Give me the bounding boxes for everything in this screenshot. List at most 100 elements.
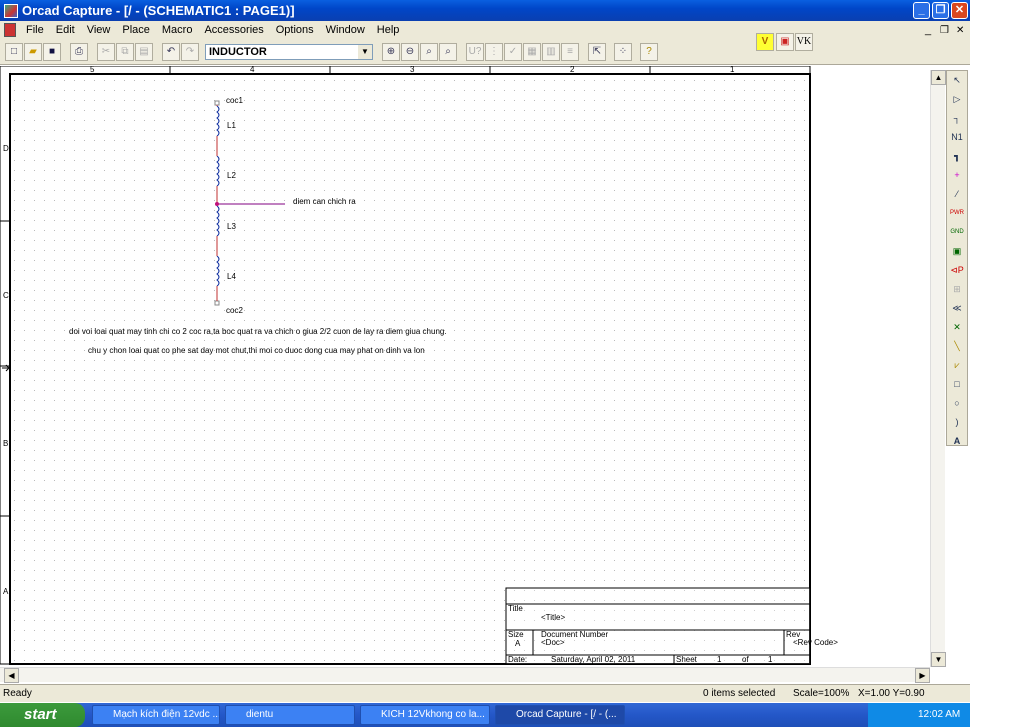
- project-manager-icon[interactable]: ⁘: [614, 43, 632, 61]
- start-button[interactable]: start: [0, 703, 85, 727]
- horizontal-scrollbar[interactable]: ◀ ▶: [0, 667, 930, 683]
- snap-to-grid-icon[interactable]: ⇱: [588, 43, 606, 61]
- chevron-down-icon[interactable]: ▼: [358, 45, 372, 59]
- inductor-label: L1: [227, 121, 236, 130]
- place-ground-icon[interactable]: GND: [948, 224, 966, 241]
- bom-icon[interactable]: ≡: [561, 43, 579, 61]
- window-title: Orcad Capture - [/ - (SCHEMATIC1 : PAGE1…: [22, 3, 295, 18]
- size-label: Size: [508, 630, 524, 639]
- place-text-icon[interactable]: A: [948, 433, 966, 450]
- menu-options[interactable]: Options: [270, 24, 320, 36]
- open-icon[interactable]: ▰: [24, 43, 42, 61]
- date-value: Saturday, April 02, 2011: [551, 655, 636, 664]
- place-bus-icon[interactable]: ┓: [948, 148, 966, 165]
- menu-macro[interactable]: Macro: [156, 24, 199, 36]
- title-block: [505, 587, 811, 665]
- place-net-alias-icon[interactable]: N1: [948, 129, 966, 146]
- title-value[interactable]: <Title>: [541, 613, 565, 622]
- docnum-value[interactable]: <Doc>: [541, 638, 565, 647]
- toolbar: □ ▰ ■ ⎙ ✂ ⧉ ▤ ↶ ↷ INDUCTOR ▼ ⊕ ⊖ ⌕ ⌕ U? …: [0, 33, 970, 65]
- task-label: KICH 12Vkhong co la...: [381, 709, 485, 720]
- menu-place[interactable]: Place: [116, 24, 156, 36]
- scroll-up-icon[interactable]: ▲: [931, 70, 946, 85]
- zoom-out-icon[interactable]: ⊖: [401, 43, 419, 61]
- redo-icon[interactable]: ↷: [181, 43, 199, 61]
- cross-ref-icon[interactable]: ▥: [542, 43, 560, 61]
- place-offpage-icon[interactable]: ≪: [948, 300, 966, 317]
- zoom-in-icon[interactable]: ⊕: [382, 43, 400, 61]
- new-icon[interactable]: □: [5, 43, 23, 61]
- close-button[interactable]: ✕: [951, 2, 968, 19]
- junction-dot: [215, 202, 219, 206]
- place-port-icon[interactable]: ⊲P: [948, 262, 966, 279]
- vertical-scrollbar[interactable]: ▲ ▼: [930, 70, 946, 667]
- mdi-close-button[interactable]: ✕: [956, 25, 964, 36]
- vk-button[interactable]: VK: [795, 33, 813, 51]
- document-icon[interactable]: [4, 23, 16, 37]
- drc-icon[interactable]: ✓: [504, 43, 522, 61]
- mdi-restore-button[interactable]: ❐: [940, 25, 949, 36]
- note-text[interactable]: doi voi loai quat may tinh chi co 2 coc …: [69, 327, 447, 336]
- select-tool-icon[interactable]: ↖: [948, 72, 966, 89]
- mdi-minimize-button[interactable]: _: [925, 24, 931, 36]
- inductor-label: L2: [227, 171, 236, 180]
- cut-icon[interactable]: ✂: [97, 43, 115, 61]
- place-arc-icon[interactable]: ): [948, 414, 966, 431]
- paste-icon[interactable]: ▤: [135, 43, 153, 61]
- schematic-canvas[interactable]: 5 4 3 2 1 D C B A coc1 coc2 L1 L2 L3 L4 …: [0, 66, 930, 666]
- ruler-top-label: 1: [730, 66, 735, 74]
- annotate-icon[interactable]: U?: [466, 43, 484, 61]
- place-bus-entry-icon[interactable]: ⁄: [948, 186, 966, 203]
- scroll-right-icon[interactable]: ▶: [915, 668, 930, 683]
- zoom-all-icon[interactable]: ⌕: [439, 43, 457, 61]
- system-tray: 12:02 AM: [868, 703, 970, 727]
- v-button[interactable]: V: [756, 33, 774, 51]
- save-icon[interactable]: ■: [43, 43, 61, 61]
- app-icon[interactable]: [4, 3, 18, 18]
- place-rectangle-icon[interactable]: □: [948, 376, 966, 393]
- port-label: coc1: [226, 96, 243, 105]
- no-connect-icon[interactable]: ✕: [948, 319, 966, 336]
- place-polyline-icon[interactable]: ⩗: [948, 357, 966, 374]
- place-part-icon[interactable]: ▷: [948, 91, 966, 108]
- place-power-icon[interactable]: PWR: [948, 205, 966, 222]
- place-pin-icon[interactable]: ⊞: [948, 281, 966, 298]
- menu-accessories[interactable]: Accessories: [198, 24, 269, 36]
- menu-window[interactable]: Window: [320, 24, 371, 36]
- zoom-area-icon[interactable]: ⌕: [420, 43, 438, 61]
- taskbar-item[interactable]: Mạch kích điện 12vdc ...: [92, 705, 220, 725]
- place-line-icon[interactable]: ╲: [948, 338, 966, 355]
- back-annotate-icon[interactable]: ⋮: [485, 43, 503, 61]
- place-junction-icon[interactable]: +: [948, 167, 966, 184]
- print-icon[interactable]: ⎙: [70, 43, 88, 61]
- part-selector[interactable]: INDUCTOR ▼: [205, 44, 373, 60]
- menu-file[interactable]: File: [20, 24, 50, 36]
- clock[interactable]: 12:02 AM: [918, 709, 960, 720]
- task-label: dientu: [246, 709, 274, 720]
- rev-value[interactable]: <Rev Code>: [793, 638, 838, 647]
- scroll-left-icon[interactable]: ◀: [4, 668, 19, 683]
- menu-edit[interactable]: Edit: [50, 24, 81, 36]
- net-label[interactable]: diem can chich ra: [293, 197, 356, 206]
- taskbar-item[interactable]: dientu: [225, 705, 355, 725]
- flag-icon[interactable]: ▣: [776, 33, 794, 51]
- place-wire-icon[interactable]: ┐: [948, 110, 966, 127]
- taskbar-item-active[interactable]: Orcad Capture - [/ - (...: [495, 705, 625, 725]
- netlist-icon[interactable]: ▦: [523, 43, 541, 61]
- maximize-button[interactable]: ❐: [932, 2, 949, 19]
- menu-view[interactable]: View: [81, 24, 117, 36]
- undo-icon[interactable]: ↶: [162, 43, 180, 61]
- menu-help[interactable]: Help: [371, 24, 406, 36]
- minimize-button[interactable]: _: [913, 2, 930, 19]
- taskbar-item[interactable]: KICH 12Vkhong co la...: [360, 705, 490, 725]
- help-icon[interactable]: ?: [640, 43, 658, 61]
- place-hierarchical-block-icon[interactable]: ▣: [948, 243, 966, 260]
- port-label: coc2: [226, 306, 243, 315]
- part-selector-value: INDUCTOR: [209, 46, 267, 58]
- scroll-down-icon[interactable]: ▼: [931, 652, 946, 667]
- title-label: Title: [508, 604, 523, 613]
- copy-icon[interactable]: ⧉: [116, 43, 134, 61]
- size-value[interactable]: A: [515, 639, 521, 648]
- note-text[interactable]: chu y chon loai quat co phe sat day mot …: [88, 346, 425, 355]
- place-ellipse-icon[interactable]: ○: [948, 395, 966, 412]
